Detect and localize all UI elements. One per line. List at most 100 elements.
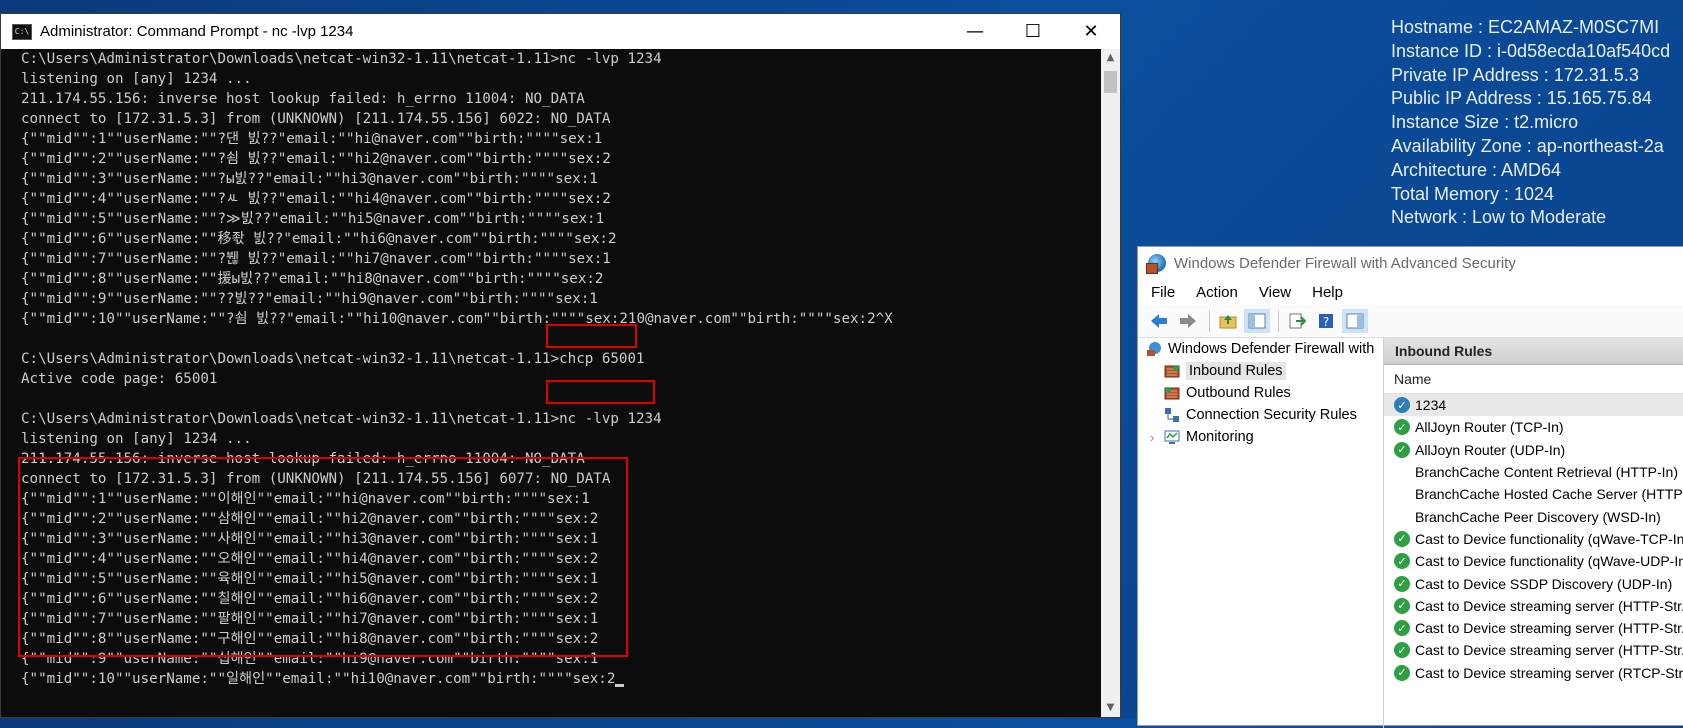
menu-help[interactable]: Help [1312, 284, 1343, 301]
rule-row[interactable]: ✓ Cast to Device functionality (qWave-TCP… [1384, 528, 1683, 550]
show-hide-tree-icon[interactable] [1244, 309, 1270, 333]
console-line: {""mid"":4""userName:""?ㅻ 빐??"email:""hi… [21, 191, 611, 207]
rule-name: AllJoyn Router (TCP-In) [1415, 419, 1564, 436]
rule-row[interactable]: ✓ 1234 [1384, 394, 1683, 417]
console-line: {""mid"":8""userName:""구해인""email:""hi8@… [21, 631, 599, 647]
expand-chevron-icon[interactable]: › [1150, 430, 1164, 445]
rule-disabled-icon [1394, 486, 1410, 502]
rule-name: AllJoyn Router (UDP-In) [1415, 441, 1566, 458]
rule-row[interactable]: ✓ Cast to Device functionality (qWave-UDP… [1384, 550, 1683, 572]
console-line: {""mid"":2""userName:""삼해인""email:""hi2@… [21, 511, 599, 527]
rule-row[interactable]: BranchCache Content Retrieval (HTTP-In) [1384, 461, 1683, 483]
command-prompt-window[interactable]: C:\ Administrator: Command Prompt - nc -… [0, 13, 1121, 718]
rule-row[interactable]: ✓ Cast to Device SSDP Discovery (UDP-In) [1384, 572, 1683, 594]
maximize-button[interactable]: ☐ [1004, 14, 1062, 49]
rule-row[interactable]: BranchCache Peer Discovery (WSD-In) [1384, 505, 1683, 527]
toolbar-separator [1278, 310, 1279, 332]
close-button[interactable]: ✕ [1062, 14, 1120, 49]
inbound-rules-icon [1164, 363, 1180, 379]
menu-file[interactable]: File [1151, 284, 1175, 301]
console-line: {""mid"":1""userName:""?댄 빐??"email:""hi… [21, 131, 603, 147]
rule-name: Cast to Device SSDP Discovery (UDP-In) [1415, 575, 1673, 592]
folder-up-icon[interactable] [1215, 309, 1241, 333]
console-line: {""mid"":9""userName:""십해인""email:""hi9@… [21, 651, 599, 667]
tree-item-inbound-rules[interactable]: Inbound Rules [1138, 360, 1383, 382]
menu-action[interactable]: Action [1196, 284, 1238, 301]
console-line: {""mid"":10""userName:""일해인""email:""hi1… [21, 669, 1103, 689]
rule-name: BranchCache Content Retrieval (HTTP-In) [1415, 464, 1678, 481]
console-line: C:\Users\Administrator\Downloads\netcat-… [21, 411, 662, 427]
desktop-system-info: Hostname : EC2AMAZ-M0SC7MI Instance ID : … [1391, 16, 1683, 230]
console-line: {""mid"":2""userName:""?쇰 빐??"email:""hi… [21, 151, 611, 167]
rule-row[interactable]: ✓ AllJoyn Router (UDP-In) [1384, 439, 1683, 461]
outbound-rules-icon [1164, 385, 1180, 401]
firewall-window[interactable]: Windows Defender Firewall with Advanced … [1137, 246, 1683, 728]
rule-enabled-check-icon: ✓ [1394, 620, 1410, 637]
svg-text:?: ? [1323, 315, 1329, 329]
rule-name: Cast to Device streaming server (HTTP-St… [1415, 642, 1683, 659]
rule-row[interactable]: ✓ Cast to Device streaming server (HTTP-S… [1384, 639, 1683, 661]
console-scrollbar[interactable]: ▲ ▼ [1101, 49, 1120, 717]
column-header-name[interactable]: Name [1384, 365, 1683, 394]
console-line: {""mid"":9""userName:""??빐??"email:""hi9… [21, 291, 598, 307]
console-line: {""mid"":3""userName:""?ы빐??"email:""hi3… [21, 171, 598, 187]
console-line: connect to [172.31.5.3] from (UNKNOWN) [… [21, 111, 611, 127]
forward-arrow-icon[interactable] [1175, 309, 1201, 333]
tree-item-label: Connection Security Rules [1186, 407, 1357, 423]
tree-item-connection-security-rules[interactable]: Connection Security Rules [1138, 404, 1383, 426]
tree-item-label: Outbound Rules [1186, 385, 1291, 401]
rule-enabled-check-icon: ✓ [1394, 597, 1410, 614]
back-arrow-icon[interactable] [1146, 309, 1172, 333]
minimize-button[interactable]: — [946, 14, 1004, 49]
scroll-down-arrow-icon[interactable]: ▼ [1101, 699, 1120, 717]
system-info-line: Hostname : EC2AMAZ-M0SC7MI [1391, 17, 1660, 37]
rule-name: Cast to Device streaming server (RTCP-St… [1415, 664, 1683, 681]
console-line: {""mid"":4""userName:""오해인""email:""hi4@… [21, 551, 599, 567]
rule-enabled-check-icon: ✓ [1394, 575, 1410, 592]
firewall-menubar: File Action View Help [1138, 279, 1683, 305]
system-info-line: Instance ID : i-0d58ecda10af540cd [1391, 40, 1671, 61]
rule-row[interactable]: BranchCache Hosted Cache Server (HTTP-In… [1384, 483, 1683, 505]
firewall-window-title: Windows Defender Firewall with Advanced … [1174, 254, 1516, 272]
rule-enabled-check-icon: ✓ [1394, 530, 1410, 547]
rule-row[interactable]: ✓ Cast to Device streaming server (RTCP-S… [1384, 662, 1683, 684]
console-line: {""mid"":6""userName:""移좏 빐??"email:""hi… [21, 231, 617, 247]
console-line: connect to [172.31.5.3] from (UNKNOWN) [… [21, 471, 611, 487]
system-info-line: Private IP Address : 172.31.5.3 [1391, 64, 1639, 85]
console-line: Active code page: 65001 [21, 371, 218, 387]
tree-item-outbound-rules[interactable]: Outbound Rules [1138, 382, 1383, 404]
scroll-up-arrow-icon[interactable]: ▲ [1101, 49, 1120, 67]
rule-name: Cast to Device streaming server (HTTP-St… [1415, 597, 1683, 614]
export-list-icon[interactable] [1284, 309, 1310, 333]
console-line: {""mid"":10""userName:""?쇰 빐??"email:""h… [21, 311, 893, 327]
console-line: {""mid"":7""userName:""?붾 빐??"email:""hi… [21, 251, 611, 267]
rule-name: Cast to Device functionality (qWave-UDP-… [1415, 553, 1683, 570]
properties-icon[interactable] [1342, 309, 1368, 333]
rule-row[interactable]: ✓ AllJoyn Router (TCP-In) [1384, 416, 1683, 438]
tree-item-windows-defender-firewall-with[interactable]: Windows Defender Firewall with [1138, 338, 1383, 360]
console-line: 211.174.55.156: inverse host lookup fail… [21, 451, 585, 467]
rule-disabled-icon [1394, 509, 1410, 525]
console-output[interactable]: C:\Users\Administrator\Downloads\netcat-… [1, 49, 1103, 717]
rule-row[interactable]: ✓ Cast to Device streaming server (HTTP-S… [1384, 617, 1683, 639]
panel-title: Inbound Rules [1384, 338, 1683, 365]
firewall-titlebar[interactable]: Windows Defender Firewall with Advanced … [1138, 247, 1683, 279]
system-info-line: Public IP Address : 15.165.75.84 [1391, 88, 1652, 109]
rule-enabled-check-icon: ✓ [1394, 642, 1410, 659]
scrollbar-thumb[interactable] [1104, 71, 1117, 93]
cmd-titlebar[interactable]: C:\ Administrator: Command Prompt - nc -… [1, 14, 1120, 49]
tree-item-monitoring[interactable]: › Monitoring [1138, 426, 1383, 448]
cmd-app-icon: C:\ [12, 23, 32, 40]
toolbar-separator [1209, 310, 1210, 332]
firewall-icon [1146, 254, 1166, 274]
rule-row[interactable]: ✓ Cast to Device streaming server (HTTP-S… [1384, 595, 1683, 617]
rule-name: 1234 [1415, 397, 1447, 414]
help-icon[interactable]: ? [1313, 309, 1339, 333]
tree-item-label: Windows Defender Firewall with [1168, 341, 1375, 357]
cmd-window-title: Administrator: Command Prompt - nc -lvp … [40, 23, 354, 40]
tree-item-label: Monitoring [1186, 429, 1254, 445]
menu-view[interactable]: View [1259, 284, 1291, 301]
console-line: {""mid"":7""userName:""팔해인""email:""hi7@… [21, 611, 599, 627]
console-line: {""mid"":1""userName:""이해인""email:""hi@n… [21, 491, 590, 507]
